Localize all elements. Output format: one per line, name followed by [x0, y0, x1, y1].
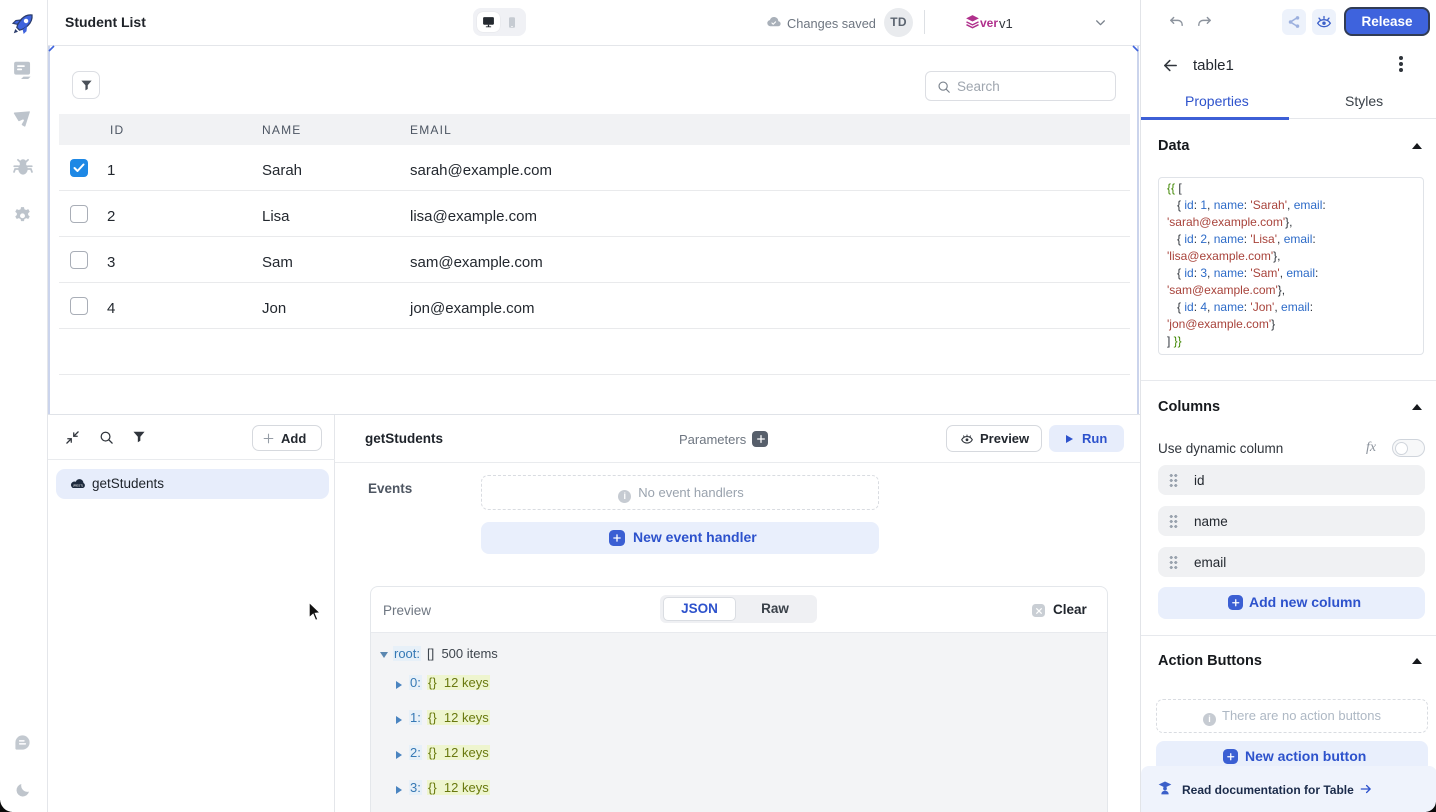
svg-text:(REST): (REST): [73, 484, 83, 488]
